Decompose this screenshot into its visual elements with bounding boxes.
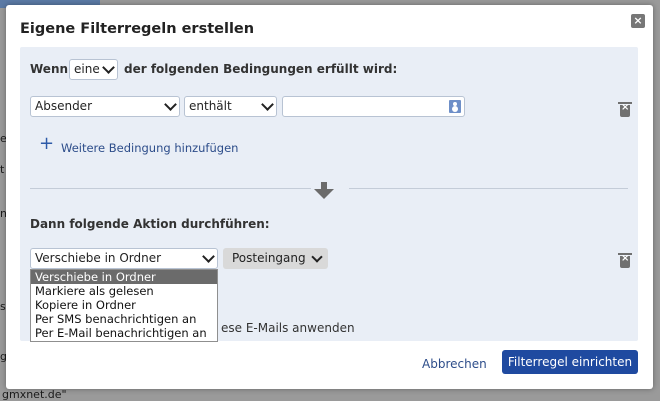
dialog-title: Eigene Filterregeln erstellen <box>20 21 255 37</box>
cancel-button[interactable]: Abbrechen <box>422 357 487 371</box>
action-select-value: Verschiebe in Ordner <box>35 251 162 265</box>
condition-suffix: der folgenden Bedingungen erfüllt wird: <box>124 62 398 76</box>
submit-filter-button[interactable]: Filterregel einrichten <box>502 350 638 374</box>
address-book-icon[interactable] <box>449 100 461 113</box>
condition-prefix: Wenn <box>30 62 69 76</box>
dropdown-option[interactable]: Markiere als gelesen <box>31 284 217 298</box>
dropdown-option[interactable]: Per E-Mail benachrichtigen an <box>31 326 217 340</box>
operator-select-value: enthält <box>189 99 232 113</box>
chevron-down-icon <box>310 251 323 263</box>
divider-left <box>30 188 311 189</box>
dropdown-option[interactable]: Kopiere in Ordner <box>31 298 217 312</box>
folder-select-value: Posteingang <box>232 251 306 265</box>
action-heading: Dann folgende Aktion durchführen: <box>30 217 270 231</box>
apply-existing-label[interactable]: ese E-Mails anwenden <box>221 321 355 335</box>
chevron-down-icon <box>102 61 115 74</box>
action-dropdown-list: Verschiebe in Ordner Markiere als gelese… <box>30 269 218 342</box>
background-char: s <box>0 300 6 313</box>
match-mode-value: eine <box>74 62 100 76</box>
background-char: t <box>0 163 5 176</box>
chevron-down-icon <box>261 98 274 111</box>
close-icon[interactable]: × <box>631 14 645 28</box>
match-mode-select[interactable]: eine <box>69 59 118 80</box>
trash-icon[interactable] <box>618 253 632 268</box>
add-condition-link[interactable]: Weitere Bedingung hinzufügen <box>61 141 238 155</box>
background-footer-text: gmxnet.de" <box>2 388 67 401</box>
trash-icon[interactable] <box>618 102 632 117</box>
chevron-down-icon <box>202 250 215 263</box>
dropdown-option[interactable]: Verschiebe in Ordner <box>31 270 217 284</box>
folder-select-button[interactable]: Posteingang <box>223 248 328 269</box>
action-select[interactable]: Verschiebe in Ordner <box>30 248 218 269</box>
chevron-down-icon <box>164 98 177 111</box>
divider-right <box>349 188 628 189</box>
operator-select[interactable]: enthält <box>184 96 277 117</box>
plus-icon[interactable]: + <box>39 135 54 153</box>
field-select-value: Absender <box>35 99 92 113</box>
field-select[interactable]: Absender <box>30 96 180 117</box>
dropdown-option[interactable]: Per SMS benachrichtigen an <box>31 312 217 326</box>
condition-text-input[interactable] <box>282 96 465 117</box>
